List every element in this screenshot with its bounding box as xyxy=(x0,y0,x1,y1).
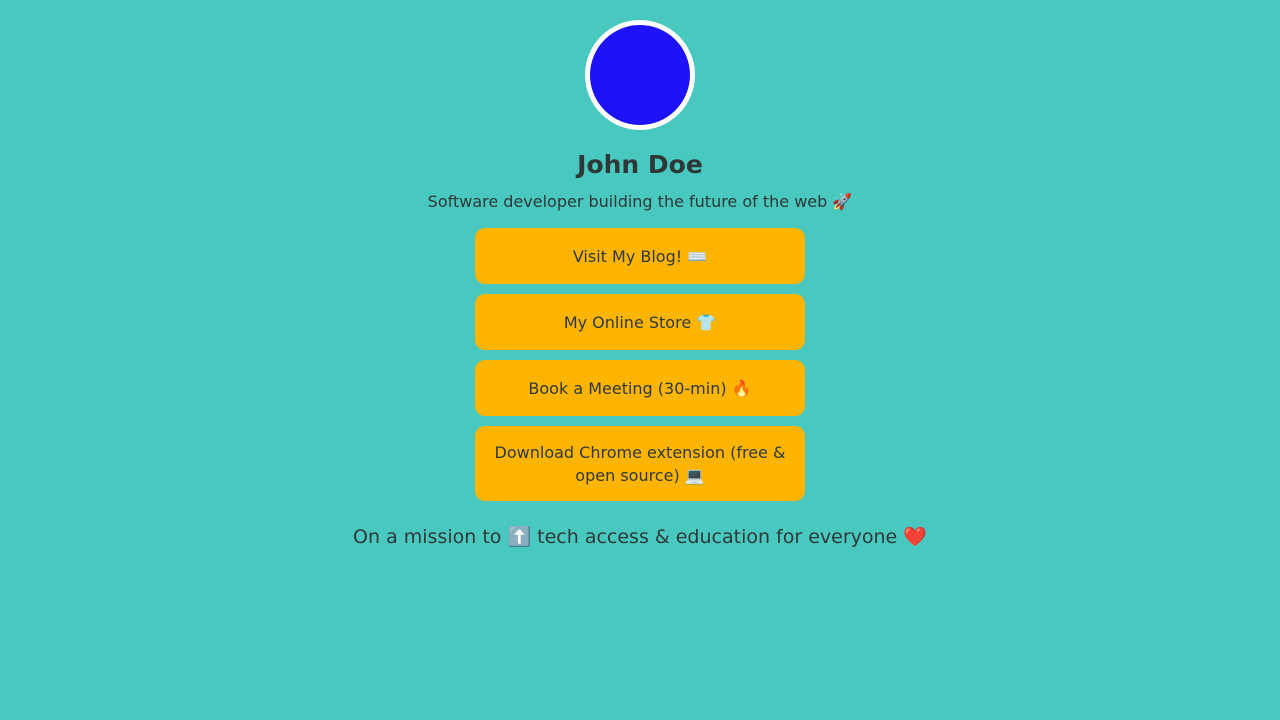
profile-name: John Doe xyxy=(577,150,703,179)
blog-link-button[interactable]: Visit My Blog! ⌨️ xyxy=(475,228,805,284)
profile-page: John Doe Software developer building the… xyxy=(0,0,1280,720)
book-meeting-link-button[interactable]: Book a Meeting (30-min) 🔥 xyxy=(475,360,805,416)
chrome-extension-link-button[interactable]: Download Chrome extension (free & open s… xyxy=(475,426,805,501)
profile-bio: Software developer building the future o… xyxy=(427,192,853,211)
store-link-button[interactable]: My Online Store 👕 xyxy=(475,294,805,350)
avatar xyxy=(585,20,695,130)
mission-statement: On a mission to ⬆️ tech access & educati… xyxy=(353,526,927,548)
link-list: Visit My Blog! ⌨️ My Online Store 👕 Book… xyxy=(475,228,805,511)
